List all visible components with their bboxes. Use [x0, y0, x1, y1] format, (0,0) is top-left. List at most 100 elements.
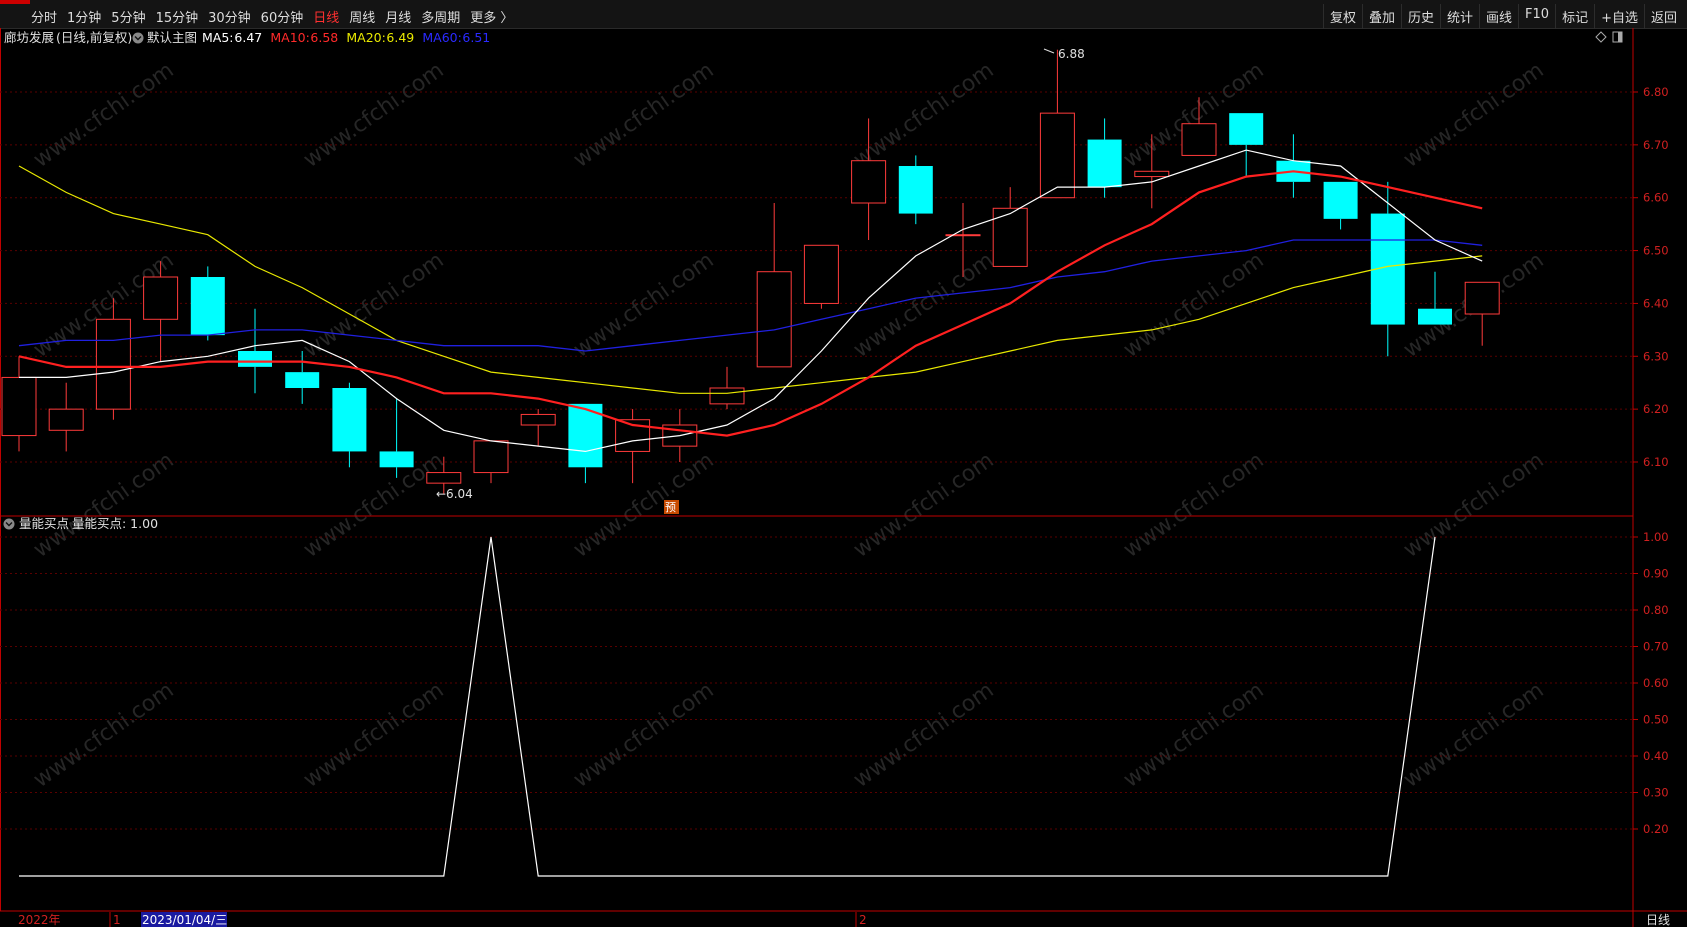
candle[interactable] [803, 244, 839, 309]
stock-name: 廊坊发展 [4, 30, 54, 45]
candle[interactable] [379, 398, 414, 478]
tab-fenshi[interactable]: 分时 [26, 4, 62, 29]
candlestick-series[interactable] [1, 49, 1500, 494]
add-watchlist-button[interactable]: +自选 [1594, 4, 1644, 29]
y-tick-label: 6.70 [1643, 138, 1669, 152]
candle-body [143, 276, 179, 320]
candle[interactable] [520, 409, 556, 447]
ma-legend-value: 6.47 [234, 30, 262, 45]
watermark-text: www.cfchi.com [1399, 678, 1548, 793]
indicator-readout: 量能买点: 1.00 [72, 516, 158, 531]
moving-average-lines [18, 149, 1483, 453]
history-button[interactable]: 历史 [1400, 4, 1440, 29]
overlay-button[interactable]: 叠加 [1361, 4, 1401, 29]
template-name[interactable]: 默认主图 [147, 30, 197, 45]
y-tick-label: 0.20 [1643, 822, 1669, 836]
candle[interactable] [238, 308, 272, 394]
high-price-label: 6.88 [1058, 47, 1085, 61]
y-tick-label: 0.40 [1643, 749, 1669, 763]
candle[interactable] [332, 382, 367, 468]
draw-line-button[interactable]: 画线 [1479, 4, 1518, 29]
indicator-name[interactable]: 量能买点 [19, 516, 69, 531]
candle-body [1, 376, 37, 437]
candle[interactable] [1418, 271, 1452, 325]
candle-body [95, 318, 131, 410]
watermark-text: www.cfchi.com [569, 58, 718, 173]
tab-60min[interactable]: 60分钟 [256, 4, 309, 29]
mark-button[interactable]: 标记 [1555, 4, 1594, 29]
watermark-text: www.cfchi.com [29, 678, 178, 793]
candle[interactable] [1464, 281, 1500, 346]
y-tick-label: 6.10 [1643, 455, 1669, 469]
candle[interactable] [48, 382, 84, 452]
y-tick-label: 0.60 [1643, 676, 1669, 690]
y-tick-label: 6.30 [1643, 349, 1669, 363]
low-price-label: ←6.04 [436, 487, 473, 501]
stats-button[interactable]: 统计 [1440, 4, 1479, 29]
axis-month-2: 2 [859, 913, 867, 927]
candle-body [709, 387, 745, 405]
candle-body [1464, 281, 1500, 315]
candle-body [238, 351, 272, 367]
fuquan-button[interactable]: 复权 [1322, 4, 1362, 29]
period-label: 日线 [1646, 913, 1670, 927]
ma5-line [19, 149, 1483, 453]
y-tick-label: 1.00 [1643, 530, 1669, 544]
cursor-date-label: 2023/01/04/三 [142, 913, 227, 927]
tab-daily[interactable]: 日线 [308, 4, 344, 29]
candle-body [1181, 123, 1217, 156]
chart-area[interactable]: www.cfchi.com www.cfchi.com www.cfchi.com w… [0, 28, 1687, 927]
candle-body [473, 440, 509, 474]
candle[interactable] [1, 356, 37, 452]
tab-30min[interactable]: 30分钟 [203, 4, 256, 29]
tab-1min[interactable]: 1分钟 [62, 4, 106, 29]
candle[interactable] [898, 155, 933, 225]
candle[interactable] [1276, 134, 1311, 198]
candle[interactable] [1229, 113, 1264, 177]
period-tabs: 分时 1分钟 5分钟 15分钟 30分钟 60分钟 日线 周线 月线 多周期 更… [26, 4, 518, 29]
watermark-text: www.cfchi.com [849, 58, 998, 173]
tab-5min[interactable]: 5分钟 [106, 4, 150, 29]
tab-multi-period[interactable]: 多周期 [416, 4, 465, 29]
pre-badge-text: 预 [665, 501, 676, 514]
candle-body [851, 160, 887, 204]
candle-body [898, 166, 933, 214]
candle-body [48, 408, 84, 431]
window-toggle-icon[interactable] [1612, 31, 1623, 43]
candle[interactable] [1039, 49, 1075, 199]
candle-body [285, 372, 320, 388]
sub-y-axis: 1.00 0.90 0.80 0.70 0.60 0.50 0.40 0.30 0.20 [1633, 530, 1669, 836]
candle[interactable] [190, 266, 225, 341]
candle[interactable] [473, 440, 509, 484]
y-tick-label: 0.70 [1643, 640, 1669, 654]
candle-body [332, 388, 367, 452]
watermark-text: www.cfchi.com [569, 248, 718, 363]
tab-weekly[interactable]: 周线 [344, 4, 380, 29]
candle[interactable] [1323, 181, 1358, 230]
y-tick-label: 0.50 [1643, 713, 1669, 727]
candle[interactable] [756, 203, 792, 368]
chart-mode: (日线,前复权) [56, 30, 132, 45]
watermark-text: www.cfchi.com [1119, 448, 1268, 563]
tab-15min[interactable]: 15分钟 [151, 4, 204, 29]
pre-badge: 预 [664, 500, 679, 514]
y-tick-label: 0.30 [1643, 786, 1669, 800]
candle[interactable] [992, 187, 1028, 267]
diamond-icon[interactable] [1595, 31, 1607, 43]
ma-legend-label: MA10: [270, 30, 309, 45]
ma-legend-value: 6.58 [310, 30, 338, 45]
tab-monthly[interactable]: 月线 [380, 4, 416, 29]
indicator-dropdown-icon[interactable] [3, 518, 15, 530]
y-tick-label: 6.80 [1643, 85, 1669, 99]
tab-more[interactable]: 更多 〉 [465, 4, 518, 29]
y-tick-label: 6.60 [1643, 191, 1669, 205]
template-dropdown-icon[interactable] [132, 32, 144, 44]
back-button[interactable]: 返回 [1643, 4, 1683, 29]
candle-body [1418, 308, 1452, 325]
candle-body [1134, 170, 1170, 178]
candle[interactable] [709, 366, 745, 410]
candle[interactable] [568, 403, 603, 484]
watermark-text: www.cfchi.com [299, 678, 448, 793]
f10-button[interactable]: F10 [1518, 4, 1555, 29]
candle-body [190, 277, 225, 336]
